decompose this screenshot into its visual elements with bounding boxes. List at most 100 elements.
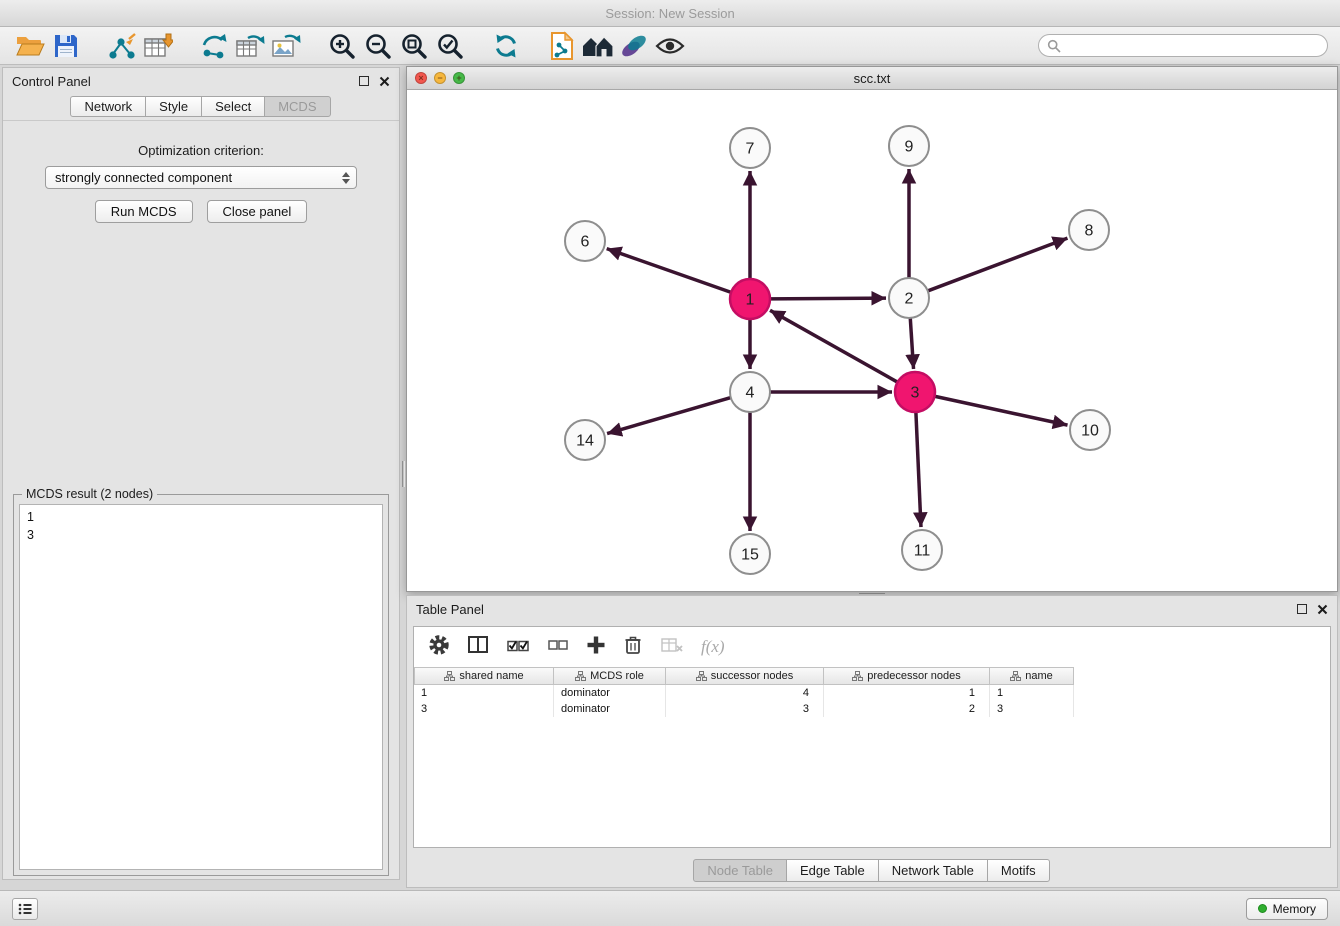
graph-node-8[interactable]: 8	[1069, 210, 1109, 250]
graph-edge-2-8[interactable]	[928, 238, 1068, 291]
main-toolbar	[0, 27, 1340, 65]
select-all-columns-button[interactable]	[506, 635, 530, 660]
save-session-button[interactable]	[48, 30, 84, 62]
search-input[interactable]	[1066, 39, 1319, 53]
zoom-window-button[interactable]: +	[453, 72, 465, 84]
svg-text:7: 7	[746, 141, 755, 158]
graph-node-4[interactable]: 4	[730, 372, 770, 412]
tab-select[interactable]: Select	[201, 96, 265, 117]
columns-icon	[467, 635, 489, 655]
unselect-all-columns-button[interactable]	[547, 636, 569, 659]
column-header-predecessor-nodes[interactable]: predecessor nodes	[824, 667, 990, 685]
table-panel-title: Table Panel	[416, 602, 484, 617]
result-item[interactable]: 1	[20, 508, 382, 526]
apply-style-button[interactable]	[616, 30, 652, 62]
refresh-button[interactable]	[488, 30, 524, 62]
open-folder-icon	[15, 33, 45, 59]
close-window-button[interactable]: ×	[415, 72, 427, 84]
minimize-window-button[interactable]: −	[434, 72, 446, 84]
control-panel-tabs: Network Style Select MCDS	[3, 96, 399, 117]
zoom-fit-button[interactable]	[396, 30, 432, 62]
export-image-button[interactable]	[268, 30, 304, 62]
svg-text:2: 2	[905, 291, 914, 308]
svg-text:3: 3	[911, 385, 920, 402]
mcds-result-group: MCDS result (2 nodes) 1 3	[13, 494, 389, 876]
graph-edge-3-10[interactable]	[935, 396, 1068, 425]
table-panel: Table Panel	[406, 595, 1338, 888]
float-panel-icon[interactable]	[359, 76, 369, 86]
status-bar: Memory	[0, 890, 1340, 926]
column-header-shared-name[interactable]: shared name	[414, 667, 554, 685]
export-network-icon	[199, 32, 229, 60]
save-icon	[53, 33, 79, 59]
create-column-button[interactable]	[586, 635, 606, 660]
table-settings-button[interactable]	[428, 634, 450, 661]
tab-style[interactable]: Style	[145, 96, 202, 117]
tab-edge-table[interactable]: Edge Table	[786, 859, 879, 882]
network-graph[interactable]: 7 9 6 8 1 2 4 3 14 10 15 11	[407, 90, 1337, 591]
float-panel-icon[interactable]	[1297, 604, 1307, 614]
home-layout-button[interactable]	[580, 30, 616, 62]
show-hide-button[interactable]	[652, 30, 688, 62]
column-type-icon	[575, 671, 586, 681]
window-titlebar: Session: New Session	[0, 0, 1340, 27]
graph-edge-4-14[interactable]	[607, 398, 731, 434]
tab-node-table[interactable]: Node Table	[693, 859, 787, 882]
close-panel-button[interactable]: Close panel	[207, 200, 308, 223]
column-header-mcds-role[interactable]: MCDS role	[554, 667, 666, 685]
result-item[interactable]: 3	[20, 526, 382, 544]
network-window-titlebar: × − + scc.txt	[407, 67, 1337, 90]
zoom-selected-button[interactable]	[432, 30, 468, 62]
column-header-name[interactable]: name	[990, 667, 1074, 685]
style-brush-icon	[620, 33, 648, 59]
task-history-button[interactable]	[12, 898, 38, 920]
graph-node-2[interactable]: 2	[889, 278, 929, 318]
zoom-out-button[interactable]	[360, 30, 396, 62]
graph-edge-3-1[interactable]	[770, 310, 898, 382]
tab-mcds[interactable]: MCDS	[264, 96, 330, 117]
graph-node-10[interactable]: 10	[1070, 410, 1110, 450]
table-row[interactable]: 3 dominator 3 2 3	[414, 701, 1330, 717]
trash-icon	[623, 634, 643, 656]
graph-edge-3-11[interactable]	[916, 412, 921, 527]
control-panel-title: Control Panel	[12, 74, 91, 89]
graph-edge-1-6[interactable]	[607, 249, 731, 293]
graph-node-1[interactable]: 1	[730, 279, 770, 319]
clone-network-icon	[548, 31, 576, 61]
table-row[interactable]: 1 dominator 4 1 1	[414, 685, 1330, 701]
graph-node-11[interactable]: 11	[902, 530, 942, 570]
gear-icon	[428, 634, 450, 656]
close-panel-icon[interactable]	[379, 76, 390, 87]
graph-node-7[interactable]: 7	[730, 128, 770, 168]
graph-node-15[interactable]: 15	[730, 534, 770, 574]
graph-node-6[interactable]: 6	[565, 221, 605, 261]
open-file-button[interactable]	[12, 30, 48, 62]
show-columns-button[interactable]	[467, 635, 489, 660]
refresh-icon	[492, 32, 520, 60]
delete-column-button[interactable]	[623, 634, 643, 661]
mcds-result-title: MCDS result (2 nodes)	[22, 487, 157, 501]
clone-network-button[interactable]	[544, 30, 580, 62]
graph-edge-1-2[interactable]	[770, 298, 886, 299]
import-table-button[interactable]	[140, 30, 176, 62]
run-mcds-button[interactable]: Run MCDS	[95, 200, 193, 223]
memory-button[interactable]: Memory	[1246, 898, 1328, 920]
graph-node-3[interactable]: 3	[895, 372, 935, 412]
export-network-button[interactable]	[196, 30, 232, 62]
tab-motifs[interactable]: Motifs	[987, 859, 1050, 882]
graph-node-9[interactable]: 9	[889, 126, 929, 166]
import-network-button[interactable]	[104, 30, 140, 62]
function-builder-button[interactable]: f(x)	[701, 637, 725, 657]
criterion-dropdown[interactable]: strongly connected component	[45, 166, 357, 189]
graph-edge-2-3[interactable]	[910, 318, 913, 369]
mcds-result-list[interactable]: 1 3	[19, 504, 383, 870]
zoom-in-button[interactable]	[324, 30, 360, 62]
delete-table-button[interactable]	[660, 636, 684, 659]
export-table-button[interactable]	[232, 30, 268, 62]
tab-network-table[interactable]: Network Table	[878, 859, 988, 882]
column-header-successor-nodes[interactable]: successor nodes	[666, 667, 824, 685]
close-panel-icon[interactable]	[1317, 604, 1328, 615]
tab-network[interactable]: Network	[70, 96, 146, 117]
graph-node-14[interactable]: 14	[565, 420, 605, 460]
search-field[interactable]	[1038, 34, 1328, 57]
